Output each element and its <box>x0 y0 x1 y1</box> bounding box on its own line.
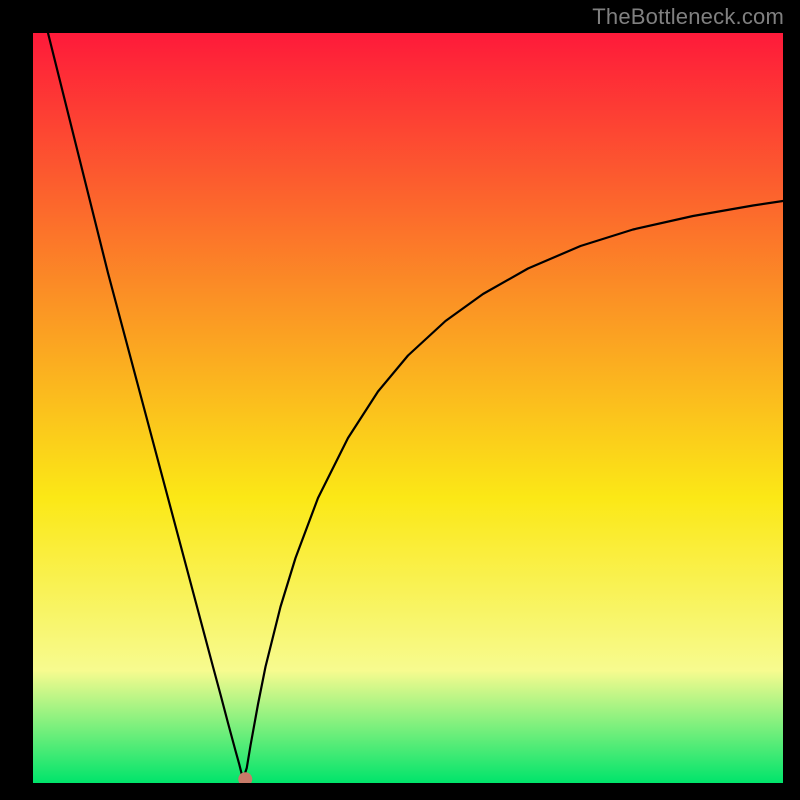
chart-frame: TheBottleneck.com <box>0 0 800 800</box>
gradient-background <box>33 33 783 783</box>
bottleneck-chart <box>33 33 783 783</box>
watermark-text: TheBottleneck.com <box>592 4 784 30</box>
